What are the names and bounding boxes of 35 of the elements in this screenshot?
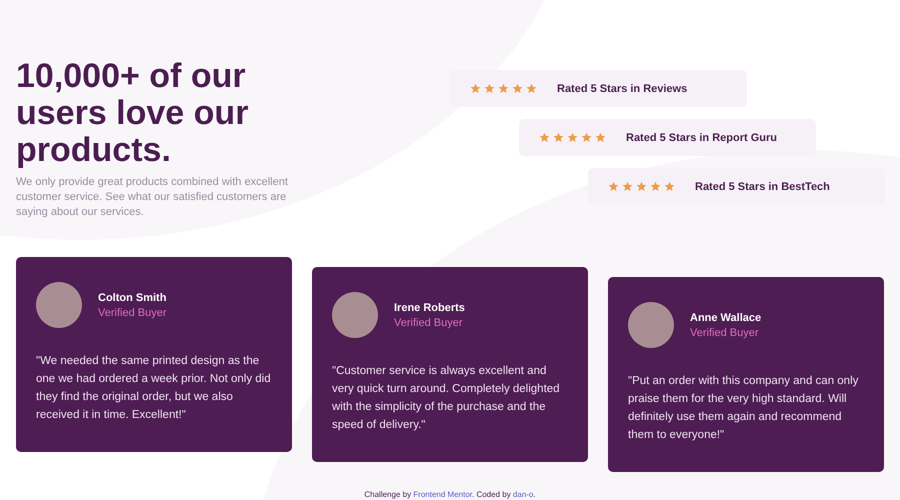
rating-label: Rated 5 Stars in BestTech bbox=[695, 180, 830, 192]
star-icon bbox=[664, 181, 675, 192]
hero-heading: 10,000+ of our users love our products. bbox=[16, 58, 250, 169]
star-icon bbox=[470, 83, 481, 94]
avatar bbox=[36, 282, 82, 328]
footer-link[interactable]: dan-o bbox=[512, 490, 534, 499]
star-icon bbox=[622, 181, 633, 192]
reviewer-role: Verified Buyer bbox=[98, 306, 166, 318]
star-icon bbox=[512, 83, 523, 94]
testimonial-quote: "Customer service is always excellent and very quick turn around. Completely delighted with the simplicity of the purchase and the speed of delivery." bbox=[332, 364, 561, 433]
reviewer-name: Colton Smith bbox=[98, 292, 166, 304]
reviewer-name: Anne Wallace bbox=[690, 312, 762, 324]
star-icon bbox=[498, 83, 509, 94]
star-icon bbox=[636, 181, 647, 192]
star-icon bbox=[553, 132, 564, 143]
star-icon bbox=[595, 132, 606, 143]
rating-label: Rated 5 Stars in Report Guru bbox=[626, 132, 777, 144]
star-icon bbox=[608, 181, 619, 192]
star-icon bbox=[484, 83, 495, 94]
star-icon bbox=[567, 132, 578, 143]
avatar bbox=[628, 302, 674, 348]
hero-description: We only provide great products combined with excellent customer service. See what our satisfied customers are saying about our services. bbox=[16, 175, 289, 220]
reviewer-role: Verified Buyer bbox=[690, 326, 760, 338]
star-icon bbox=[650, 181, 661, 192]
testimonial-quote: "We needed the same printed design as the one we had ordered a week prior. Not only did they find the original order, but we also received it in time. Excellent!" bbox=[36, 354, 272, 423]
avatar bbox=[332, 292, 378, 338]
star-icon bbox=[539, 132, 550, 143]
reviewer-role: Verified Buyer bbox=[394, 316, 464, 328]
star-icon bbox=[526, 83, 537, 94]
rating-label: Rated 5 Stars in Reviews bbox=[557, 82, 688, 94]
star-icon bbox=[581, 132, 592, 143]
footer-attribution: Challenge by Frontend Mentor. Coded by dan-o. bbox=[363, 490, 537, 499]
footer-link[interactable]: Frontend Mentor bbox=[413, 490, 472, 499]
reviewer-name: Irene Roberts bbox=[394, 302, 465, 314]
testimonial-quote: "Put an order with this company and can only praise them for the very high standard. Will definitely use them again and recommend them to everyone!" bbox=[628, 374, 860, 443]
